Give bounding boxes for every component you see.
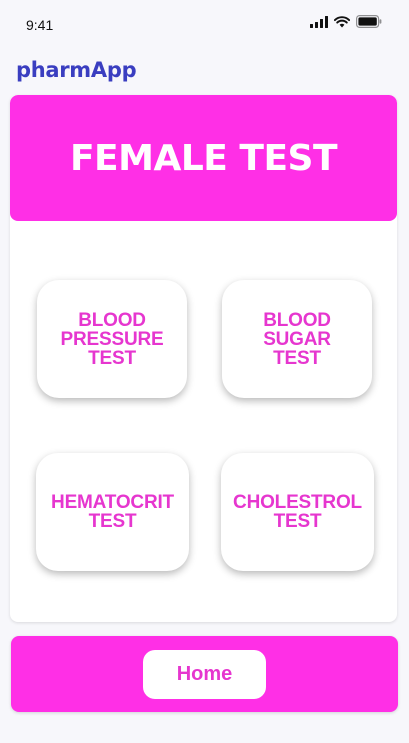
cholesterol-test-label: CHOLESTROL TEST xyxy=(233,492,362,532)
status-icons xyxy=(310,15,382,33)
status-time: 9:41 xyxy=(26,17,54,33)
cellular-signal-icon xyxy=(310,15,328,33)
home-button[interactable]: Home xyxy=(143,650,266,699)
home-button-label: Home xyxy=(176,663,233,685)
bottom-bar: Home xyxy=(11,636,398,712)
battery-icon xyxy=(356,15,382,33)
page-title: FEMALE TEST xyxy=(69,137,338,179)
blood-pressure-test-button[interactable]: BLOOD PRESSURE TEST xyxy=(37,280,187,398)
blood-sugar-test-label: BLOOD SUGAR TEST xyxy=(263,309,331,369)
app-title: pharmApp xyxy=(16,58,137,82)
cholesterol-test-button[interactable]: CHOLESTROL TEST xyxy=(221,453,374,571)
wifi-icon xyxy=(333,15,351,33)
hematocrit-test-label: HEMATOCRIT TEST xyxy=(51,492,174,532)
main-card: FEMALE TEST BLOOD PRESSURE TEST BLOOD SU… xyxy=(10,95,397,622)
blood-sugar-test-button[interactable]: BLOOD SUGAR TEST xyxy=(222,280,372,398)
hematocrit-test-button[interactable]: HEMATOCRIT TEST xyxy=(36,453,189,571)
status-bar: 9:41 xyxy=(0,0,409,52)
blood-pressure-test-label: BLOOD PRESSURE TEST xyxy=(60,309,164,369)
header-banner: FEMALE TEST xyxy=(10,95,397,221)
